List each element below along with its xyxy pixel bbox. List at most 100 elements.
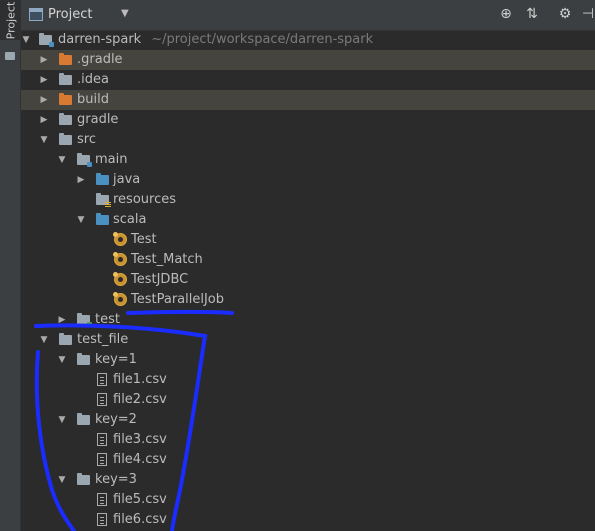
tree-row-key2[interactable]: ▼ key=2 [21, 410, 595, 430]
tree-label: file3.csv [113, 432, 167, 447]
tree-row-java[interactable]: ▶ java [21, 170, 595, 190]
locate-icon[interactable]: ⊕ [497, 5, 515, 23]
tree-row-scala-file[interactable]: Test_Match [21, 250, 595, 270]
resources-folder-icon [96, 193, 111, 207]
tree-label: TestJDBC [131, 272, 189, 287]
expand-arrow-icon[interactable]: ▼ [21, 30, 31, 50]
text-file-icon [97, 393, 107, 406]
tree-label: java [113, 172, 141, 187]
root-label: darren-spark ~/project/workspace/darren-s… [58, 30, 373, 50]
scala-object-icon [113, 292, 127, 306]
settings-icon[interactable]: ⚙ [556, 5, 574, 23]
text-file-icon [97, 513, 107, 526]
tree-row-csv[interactable]: file2.csv [21, 390, 595, 410]
tree-label: main [95, 152, 128, 167]
folder-icon [59, 333, 72, 345]
tree-row-test[interactable]: ▶ test [21, 310, 595, 330]
module-folder-icon [39, 33, 54, 47]
text-file-icon [97, 433, 107, 446]
tree-row-resources[interactable]: resources [21, 190, 595, 210]
tree-label: file4.csv [113, 452, 167, 467]
view-selector-title[interactable]: Project [48, 7, 92, 22]
root-name: darren-spark [58, 32, 142, 47]
tree-label: gradle [77, 112, 119, 127]
tree-label: file6.csv [113, 512, 167, 527]
tree-label: key=2 [95, 412, 137, 427]
tree-label: test_file [77, 332, 129, 347]
tree-row-csv[interactable]: file4.csv [21, 450, 595, 470]
structure-icon[interactable] [5, 52, 15, 60]
tree-label: build [77, 92, 109, 107]
tree-row-csv[interactable]: file5.csv [21, 490, 595, 510]
collapse-all-icon[interactable]: ⇅ [523, 5, 541, 23]
project-tab-label: Project [4, 1, 18, 40]
tree-row-scala[interactable]: ▼ scala [21, 210, 595, 230]
project-tool-tab[interactable]: Project [0, 0, 20, 40]
text-file-icon [97, 453, 107, 466]
tree-row-gradle[interactable]: ▶ gradle [21, 110, 595, 130]
expand-arrow-icon[interactable]: ▼ [57, 410, 67, 430]
expand-arrow-icon[interactable]: ▼ [76, 210, 86, 230]
folder-icon [77, 473, 90, 485]
excluded-folder-icon [59, 93, 72, 105]
excluded-folder-icon [59, 53, 72, 65]
text-file-icon [97, 493, 107, 506]
tree-row-scala-file[interactable]: TestParallelJob [21, 290, 595, 310]
folder-icon [59, 73, 72, 85]
tree-row-build[interactable]: ▶ build [21, 90, 595, 110]
expand-arrow-icon[interactable]: ▼ [57, 350, 67, 370]
tree-row-idea[interactable]: ▶ .idea [21, 70, 595, 90]
root-path: ~/project/workspace/darren-spark [151, 32, 374, 47]
tree-row-csv[interactable]: file3.csv [21, 430, 595, 450]
tree-label: .gradle [77, 52, 123, 67]
tree-row-key3[interactable]: ▼ key=3 [21, 470, 595, 490]
scala-object-icon [113, 232, 127, 246]
tree-label: key=3 [95, 472, 137, 487]
collapse-arrow-icon[interactable]: ▶ [57, 310, 67, 330]
expand-arrow-icon[interactable]: ▼ [57, 470, 67, 490]
scala-object-icon [113, 252, 127, 266]
folder-icon [59, 113, 72, 125]
tree-row-scala-file[interactable]: TestJDBC [21, 270, 595, 290]
folder-icon [59, 133, 72, 145]
project-icon [29, 8, 43, 21]
tree-label: scala [113, 212, 147, 227]
scala-object-icon [113, 272, 127, 286]
collapse-arrow-icon[interactable]: ▶ [39, 70, 49, 90]
folder-icon [77, 353, 90, 365]
tree-label: file5.csv [113, 492, 167, 507]
tree-row-test-file[interactable]: ▼ test_file [21, 330, 595, 350]
expand-arrow-icon[interactable]: ▼ [39, 130, 49, 150]
tree-row-scala-file[interactable]: Test [21, 230, 595, 250]
expand-arrow-icon[interactable]: ▼ [39, 330, 49, 350]
tree-row-main[interactable]: ▼ main [21, 150, 595, 170]
tree-label: TestParallelJob [131, 292, 225, 307]
tree-label: src [77, 132, 96, 147]
tree-label: Test_Match [131, 252, 203, 267]
tree-row-csv[interactable]: file1.csv [21, 370, 595, 390]
tree-row-src[interactable]: ▼ src [21, 130, 595, 150]
tree-label: key=1 [95, 352, 137, 367]
tree-row-csv[interactable]: file6.csv [21, 510, 595, 530]
tree-row-gradle-dot[interactable]: ▶ .gradle [21, 50, 595, 70]
tree-row-root[interactable]: ▼ darren-spark ~/project/workspace/darren… [21, 30, 595, 50]
chevron-down-icon[interactable]: ▼ [121, 8, 129, 19]
hide-icon[interactable]: ⊣ [579, 5, 595, 23]
collapse-arrow-icon[interactable]: ▶ [76, 170, 86, 190]
tree-row-key1[interactable]: ▼ key=1 [21, 350, 595, 370]
tool-window-strip: Project [0, 0, 21, 531]
tree-label: .idea [77, 72, 109, 87]
source-folder-icon [96, 213, 109, 225]
collapse-arrow-icon[interactable]: ▶ [39, 50, 49, 70]
tree-label: test [95, 312, 120, 327]
project-tree: ▼ darren-spark ~/project/workspace/darren… [21, 30, 595, 530]
tree-label: file1.csv [113, 372, 167, 387]
collapse-arrow-icon[interactable]: ▶ [39, 110, 49, 130]
collapse-arrow-icon[interactable]: ▶ [39, 90, 49, 110]
text-file-icon [97, 373, 107, 386]
expand-arrow-icon[interactable]: ▼ [57, 150, 67, 170]
module-folder-icon [77, 153, 92, 167]
tree-label: Test [131, 232, 157, 247]
tree-label: file2.csv [113, 392, 167, 407]
test-folder-icon [77, 313, 92, 327]
